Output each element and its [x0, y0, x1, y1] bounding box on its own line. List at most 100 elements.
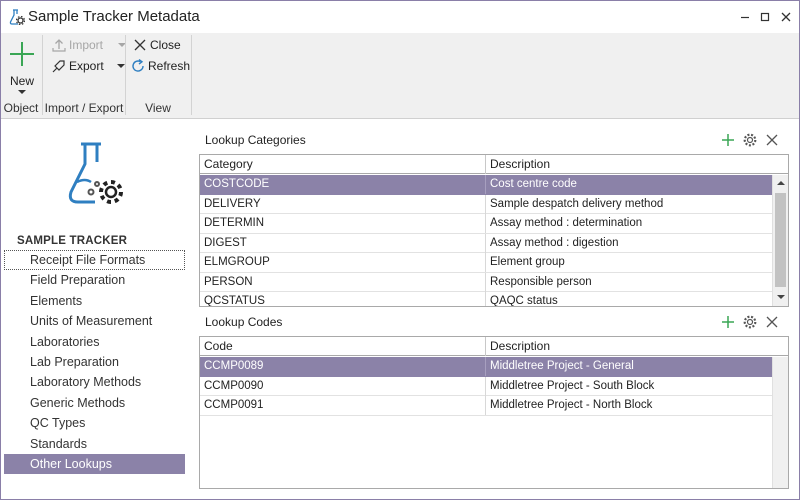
refresh-icon — [130, 58, 146, 74]
codes-scrollbar[interactable] — [772, 357, 788, 488]
group-label-object: Object — [3, 101, 39, 115]
cell-description: Responsible person — [490, 275, 592, 288]
table-row[interactable]: CCMP0090 Middletree Project - South Bloc… — [200, 376, 772, 396]
cell-category: DETERMIN — [200, 214, 486, 233]
chevron-down-icon — [117, 64, 125, 68]
ribbon-group-object: New Object — [1, 33, 41, 119]
cell-description: Middletree Project - North Block — [490, 399, 653, 411]
title-bar: Sample Tracker Metadata — [1, 1, 799, 33]
sidebar-item-qc-types[interactable]: QC Types — [4, 413, 185, 433]
cell-code: CCMP0089 — [200, 357, 486, 376]
close-button-label: Close — [150, 38, 181, 52]
sidebar-item-other-lookups[interactable]: Other Lookups — [4, 453, 185, 475]
new-button-label: New — [9, 74, 34, 88]
sidebar-item-laboratory-methods[interactable]: Laboratory Methods — [4, 372, 185, 392]
cell-category: DELIVERY — [200, 194, 486, 214]
table-row[interactable]: ELMGROUP Element group — [200, 253, 772, 273]
categories-grid-body: COSTCODE Cost centre code DELIVERY Sampl… — [200, 175, 772, 307]
sidebar-item-laboratories[interactable]: Laboratories — [4, 332, 185, 352]
cell-category: PERSON — [200, 272, 486, 292]
import-button-label: Import — [69, 38, 104, 52]
cell-category: ELMGROUP — [200, 253, 486, 272]
ribbon-group-import-export: Import Export Import / Export — [43, 33, 126, 119]
cell-description: Cost centre code — [490, 178, 577, 190]
cell-description: Middletree Project - General — [490, 360, 634, 372]
sidebar-item-standards[interactable]: Standards — [4, 434, 185, 454]
window-title: Sample Tracker Metadata — [28, 8, 200, 25]
ribbon-divider — [191, 35, 192, 115]
app-window: Sample Tracker Metadata New Object Impor… — [0, 0, 800, 500]
cell-description: Middletree Project - South Block — [490, 379, 655, 392]
table-row[interactable]: PERSON Responsible person — [200, 272, 772, 292]
column-header-description[interactable]: Description — [486, 155, 786, 174]
cell-description: Assay method : digestion — [490, 236, 619, 249]
refresh-button[interactable]: Refresh — [130, 57, 190, 75]
close-icon[interactable] — [764, 132, 780, 148]
ribbon-group-view: Close Refresh View — [126, 33, 190, 119]
flask-gear-icon — [9, 9, 26, 26]
codes-panel-title: Lookup Codes — [205, 315, 283, 329]
group-label-import-export: Import / Export — [44, 101, 124, 115]
cell-category: DIGEST — [200, 233, 486, 253]
categories-grid: Category Description COSTCODE Cost centr… — [199, 154, 789, 307]
close-icon[interactable] — [764, 314, 780, 330]
cell-code: CCMP0090 — [200, 376, 486, 396]
new-button[interactable]: New — [7, 39, 37, 95]
table-row[interactable]: CCMP0089 Middletree Project - General — [200, 357, 772, 377]
cell-description: QAQC status — [490, 295, 558, 307]
cell-category: COSTCODE — [200, 175, 486, 194]
table-row[interactable]: COSTCODE Cost centre code — [200, 175, 772, 195]
scroll-down-arrow-icon[interactable] — [773, 290, 788, 305]
sidebar-item-receipt-file-formats[interactable]: Receipt File Formats — [4, 250, 185, 271]
sidebar-item-lab-preparation[interactable]: Lab Preparation — [4, 352, 185, 372]
import-button[interactable]: Import — [51, 36, 126, 54]
chevron-down-icon — [18, 90, 26, 94]
categories-toolbar — [720, 130, 780, 150]
column-header-code[interactable]: Code — [200, 337, 486, 356]
export-button-label: Export — [69, 59, 104, 73]
categories-panel-title: Lookup Categories — [205, 133, 306, 147]
table-row[interactable]: CCMP0091 Middletree Project - North Bloc… — [200, 396, 772, 416]
gear-icon[interactable] — [742, 132, 758, 148]
table-row[interactable]: DETERMIN Assay method : determination — [200, 214, 772, 234]
codes-grid-body: CCMP0089 Middletree Project - General CC… — [200, 357, 772, 416]
close-button[interactable]: Close — [132, 36, 188, 54]
cell-description: Assay method : determination — [490, 217, 643, 229]
minimize-button[interactable] — [737, 9, 753, 25]
categories-grid-header: Category Description — [200, 155, 788, 174]
table-row[interactable]: QCSTATUS QAQC status — [200, 292, 772, 307]
cell-description: Element group — [490, 256, 565, 268]
scroll-thumb[interactable] — [775, 193, 786, 287]
plus-icon — [9, 41, 35, 67]
flask-gear-logo-icon — [67, 142, 129, 206]
ribbon: New Object Import Export Import / Export… — [1, 33, 799, 119]
export-button[interactable]: Export — [51, 57, 125, 75]
sidebar-nav: Receipt File Formats Field Preparation E… — [4, 250, 185, 475]
sidebar-item-generic-methods[interactable]: Generic Methods — [4, 393, 185, 413]
group-label-view: View — [145, 101, 171, 115]
sidebar-item-elements[interactable]: Elements — [4, 291, 185, 311]
close-icon — [132, 37, 148, 53]
scroll-up-arrow-icon[interactable] — [773, 176, 788, 191]
maximize-button[interactable] — [757, 9, 773, 25]
codes-toolbar — [720, 312, 780, 332]
sidebar-heading: SAMPLE TRACKER — [17, 235, 128, 247]
column-header-category[interactable]: Category — [200, 155, 486, 174]
column-header-description[interactable]: Description — [486, 337, 786, 356]
upload-icon — [51, 37, 67, 53]
codes-grid: Code Description CCMP0089 Middletree Pro… — [199, 336, 789, 489]
plus-icon[interactable] — [720, 132, 736, 148]
gear-icon[interactable] — [742, 314, 758, 330]
cell-code: CCMP0091 — [200, 396, 486, 415]
table-row[interactable]: DIGEST Assay method : digestion — [200, 233, 772, 253]
export-icon — [51, 58, 67, 74]
plus-icon[interactable] — [720, 314, 736, 330]
sidebar-item-units-of-measurement[interactable]: Units of Measurement — [4, 311, 185, 331]
refresh-button-label: Refresh — [148, 59, 191, 73]
window-close-button[interactable] — [778, 9, 794, 25]
sidebar: SAMPLE TRACKER Receipt File Formats Fiel… — [1, 120, 191, 498]
cell-description: Sample despatch delivery method — [490, 197, 664, 210]
categories-scrollbar[interactable] — [772, 175, 788, 306]
sidebar-item-field-preparation[interactable]: Field Preparation — [4, 270, 185, 290]
table-row[interactable]: DELIVERY Sample despatch delivery method — [200, 194, 772, 214]
